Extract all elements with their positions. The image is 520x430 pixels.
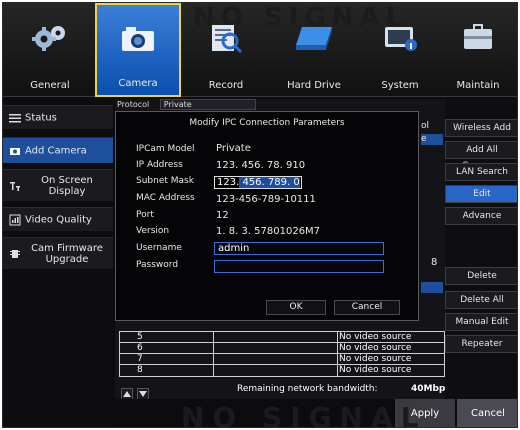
selected-row-partial-text: e: [421, 134, 427, 144]
nav-system[interactable]: System: [357, 3, 443, 97]
delete-button[interactable]: Delete: [445, 267, 517, 285]
nav-camera-label: Camera: [118, 78, 158, 89]
video-quality-icon: [9, 214, 21, 226]
subnet-mask-field[interactable]: 123. 456. 789. 0: [214, 176, 302, 189]
advance-button[interactable]: Advance: [445, 207, 517, 225]
username-label: Username: [136, 243, 182, 253]
password-label: Password: [136, 260, 179, 270]
column-header-partial: ol: [421, 121, 430, 131]
gears-icon: [32, 26, 65, 51]
text-overlay-icon: [9, 180, 21, 192]
wireless-add-button[interactable]: Wireless Add: [445, 119, 517, 137]
sidebar-item-on-screen-display-label: On Screen Display: [41, 174, 93, 197]
nav-general[interactable]: General: [7, 3, 93, 97]
bandwidth-label: Remaining network bandwidth:: [237, 384, 378, 394]
delete-all-button[interactable]: Delete All: [445, 291, 517, 309]
settings-sidebar: Status Add Camera On Screen Display Vide…: [3, 99, 113, 427]
nav-camera[interactable]: Camera: [95, 3, 181, 97]
nav-record[interactable]: Record: [183, 3, 269, 97]
nav-record-label: Record: [208, 80, 244, 91]
nav-system-label: System: [381, 80, 419, 91]
selected-row-partial: e: [421, 134, 443, 145]
sidebar-item-add-camera[interactable]: Add Camera: [3, 137, 113, 163]
column-divider: [337, 331, 338, 377]
mac-address-label: MAC Address: [136, 193, 195, 203]
ipcam-model-value: Private: [216, 143, 251, 154]
sidebar-item-status-label: Status: [25, 112, 57, 123]
nav-hard-drive[interactable]: Hard Drive: [271, 3, 357, 97]
manual-edit-button[interactable]: Manual Edit: [445, 313, 517, 331]
channel-count-partial: 8: [431, 257, 438, 268]
sidebar-item-video-quality[interactable]: Video Quality: [3, 207, 113, 231]
arrow-down-icon: [139, 391, 147, 397]
nav-general-label: General: [30, 80, 70, 91]
column-divider: [213, 331, 214, 377]
protocol-label: Protocol: [117, 100, 150, 109]
dialog-title: Modify IPC Connection Parameters: [189, 118, 345, 128]
dvr-settings-screen: NO SIGNAL General Camera Record Hard Dri…: [2, 2, 518, 428]
system-info-icon: [385, 27, 417, 51]
port-label: Port: [136, 210, 154, 220]
add-all-cameras-button[interactable]: Add All Cameras: [445, 141, 517, 171]
camera-icon: [122, 27, 154, 51]
dialog-cancel-button[interactable]: Cancel: [334, 300, 400, 315]
cancel-button[interactable]: Cancel: [457, 399, 517, 427]
subnet-mask-selection: 456. 789. 0: [239, 177, 300, 188]
nav-maintain[interactable]: Maintain: [435, 3, 517, 97]
sidebar-item-status[interactable]: Status: [3, 105, 113, 129]
record-search-icon: [212, 25, 243, 54]
maintain-toolbox-icon: [464, 24, 492, 49]
firmware-chip-icon: [9, 248, 21, 260]
username-field[interactable]: admin: [214, 242, 384, 255]
camera-small-icon: [9, 145, 21, 157]
modify-ipc-dialog: Modify IPC Connection Parameters IPCam M…: [115, 111, 419, 321]
arrow-up-icon: [123, 391, 131, 397]
sidebar-item-add-camera-label: Add Camera: [25, 145, 87, 156]
subnet-mask-label: Subnet Mask: [136, 176, 194, 186]
repeater-button[interactable]: Repeater: [445, 335, 517, 353]
ok-button[interactable]: OK: [266, 300, 326, 315]
hard-drive-icon: [296, 27, 332, 50]
nav-maintain-label: Maintain: [456, 80, 500, 91]
lan-search-button[interactable]: LAN Search: [445, 163, 517, 181]
mac-address-value: 123-456-789-10111: [216, 194, 316, 205]
nav-hard-drive-label: Hard Drive: [287, 80, 341, 91]
version-label: Version: [136, 226, 170, 236]
list-icon: [9, 112, 21, 124]
ip-address-label: IP Address: [136, 160, 183, 170]
top-nav-bar: NO SIGNAL General Camera Record Hard Dri…: [3, 3, 517, 97]
edit-button[interactable]: Edit: [445, 185, 517, 203]
sidebar-item-cam-firmware-upgrade-label: Cam Firmware Upgrade: [31, 242, 103, 265]
ip-address-field[interactable]: 123. 456. 78. 910: [216, 160, 305, 171]
camera-list-frame: [119, 331, 445, 377]
ipcam-model-label: IPCam Model: [136, 144, 195, 154]
no-signal-watermark-bottom: NO SIGNAL: [181, 401, 427, 428]
row-highlight-partial: [421, 282, 443, 293]
sidebar-item-video-quality-label: Video Quality: [25, 214, 92, 225]
action-panel: Wireless Add Add All Cameras LAN Search …: [445, 99, 517, 411]
sidebar-item-on-screen-display[interactable]: On Screen Display: [3, 169, 113, 201]
version-value: 1. 8. 3. 57801026M7: [216, 226, 321, 237]
port-field[interactable]: 12: [216, 210, 229, 221]
sidebar-item-cam-firmware-upgrade[interactable]: Cam Firmware Upgrade: [3, 237, 113, 269]
password-field[interactable]: [214, 260, 384, 273]
protocol-select[interactable]: Private: [159, 99, 256, 110]
protocol-row: Protocol Private: [117, 99, 256, 111]
subnet-mask-prefix: 123.: [217, 177, 240, 188]
